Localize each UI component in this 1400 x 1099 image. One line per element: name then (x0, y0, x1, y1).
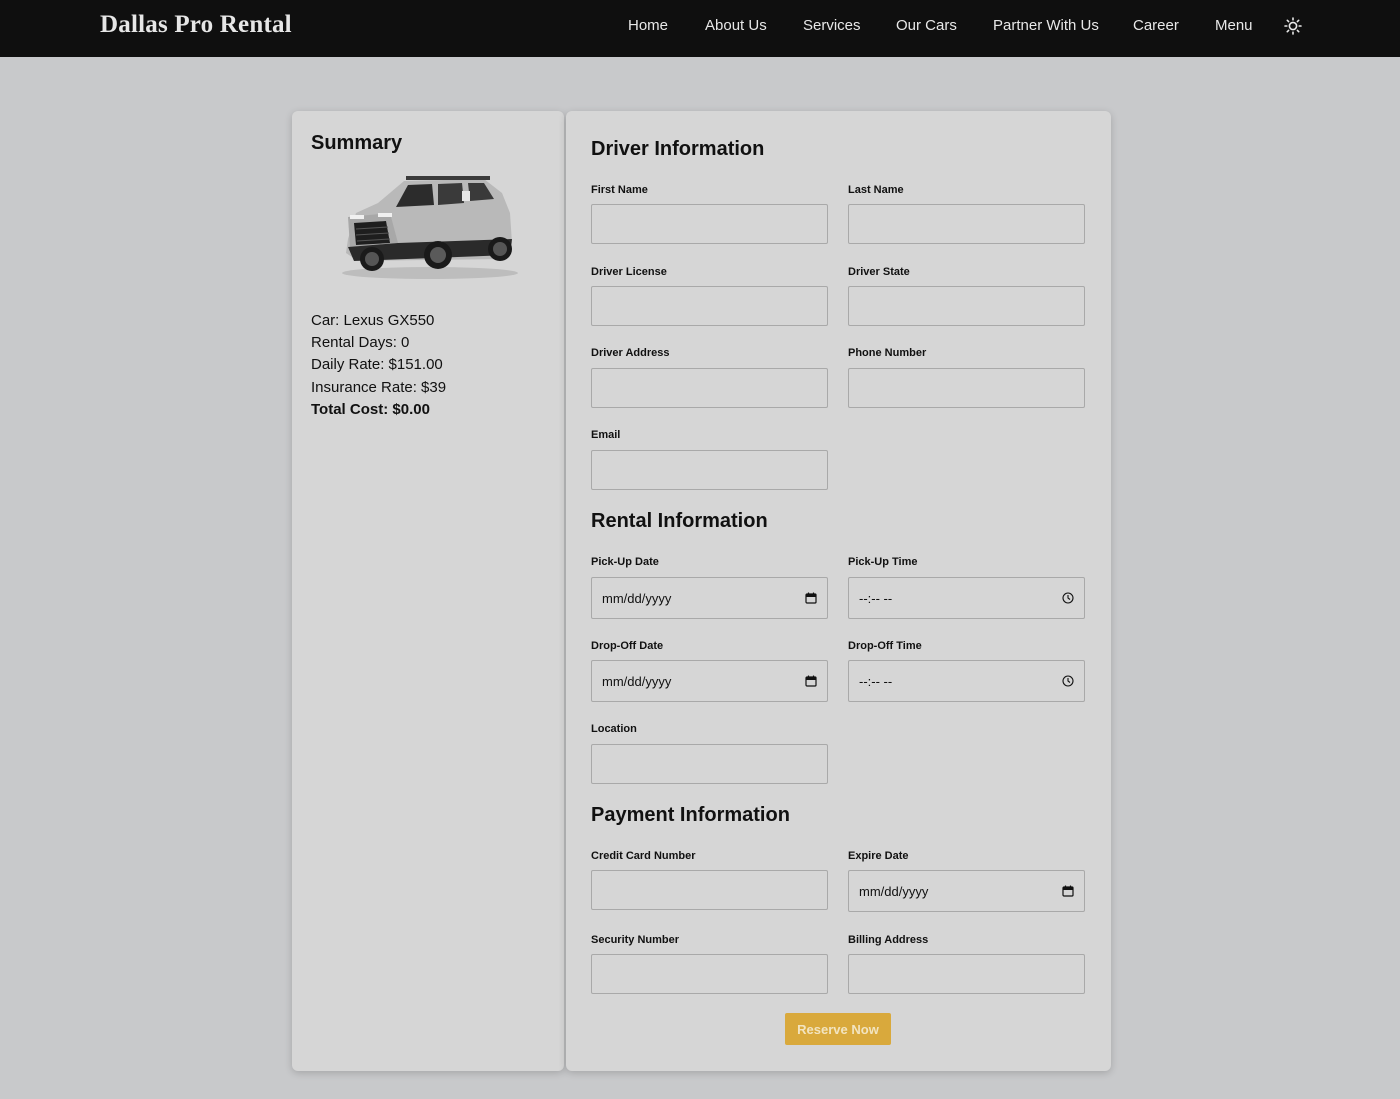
dropoff-time-field[interactable]: --:-- -- (848, 660, 1085, 702)
main-nav: Home About Us Services Our Cars Partner … (0, 0, 1400, 57)
nav-about-us[interactable]: About Us (705, 17, 767, 34)
reserve-now-button[interactable]: Reserve Now (785, 1013, 891, 1045)
summary-title: Summary (311, 132, 403, 154)
location-label: Location (591, 723, 637, 735)
billing-address-label: Billing Address (848, 934, 929, 946)
phone-number-field[interactable] (848, 368, 1085, 408)
nav-career[interactable]: Career (1133, 17, 1179, 34)
driver-license-field[interactable] (591, 286, 828, 326)
calendar-icon[interactable] (805, 592, 817, 604)
top-navbar: Dallas Pro Rental Home About Us Services… (0, 0, 1400, 57)
last-name-field[interactable] (848, 204, 1085, 244)
first-name-field[interactable] (591, 204, 828, 244)
clock-icon[interactable] (1062, 675, 1074, 687)
nav-services[interactable]: Services (803, 17, 861, 34)
rental-info-title: Rental Information (591, 510, 768, 532)
pickup-time-field[interactable]: --:-- -- (848, 577, 1085, 619)
payment-info-title: Payment Information (591, 804, 790, 826)
credit-card-field[interactable] (591, 870, 828, 910)
billing-address-field[interactable] (848, 954, 1085, 994)
pickup-time-label: Pick-Up Time (848, 556, 918, 568)
summary-rental-days: Rental Days: 0 (311, 334, 410, 351)
driver-address-field[interactable] (591, 368, 828, 408)
dropoff-date-label: Drop-Off Date (591, 640, 664, 652)
car-image (342, 176, 518, 279)
security-number-field[interactable] (591, 954, 828, 994)
pickup-date-field[interactable]: mm/dd/yyyy (591, 577, 828, 619)
expire-date-field[interactable]: mm/dd/yyyy (848, 870, 1085, 912)
nav-partner-with-us[interactable]: Partner With Us (993, 17, 1099, 34)
email-label: Email (591, 429, 621, 441)
pickup-date-label: Pick-Up Date (591, 556, 659, 568)
credit-card-label: Credit Card Number (591, 850, 696, 862)
clock-icon[interactable] (1062, 592, 1074, 604)
summary-card: Summary Car: Lexus GX550 Rental Days: 0 … (292, 111, 564, 1071)
sun-icon[interactable] (1284, 17, 1302, 35)
dropoff-time-label: Drop-Off Time (848, 640, 922, 652)
summary-insurance-rate: Insurance Rate: $39 (311, 379, 447, 396)
driver-state-field[interactable] (848, 286, 1085, 326)
nav-home[interactable]: Home (628, 17, 668, 34)
calendar-icon[interactable] (805, 675, 817, 687)
security-number-label: Security Number (591, 934, 680, 946)
last-name-label: Last Name (848, 184, 904, 196)
nav-our-cars[interactable]: Our Cars (896, 17, 957, 34)
nav-menu[interactable]: Menu (1215, 17, 1253, 34)
expire-date-label: Expire Date (848, 850, 909, 862)
driver-license-label: Driver License (591, 266, 667, 278)
email-field[interactable] (591, 450, 828, 490)
summary-total-cost: Total Cost: $0.00 (311, 401, 430, 418)
driver-address-label: Driver Address (591, 347, 670, 359)
location-field[interactable] (591, 744, 828, 784)
reservation-form: Driver Information First Name Last Name … (566, 111, 1111, 1071)
calendar-icon[interactable] (1062, 885, 1074, 897)
phone-number-label: Phone Number (848, 347, 927, 359)
first-name-label: First Name (591, 184, 648, 196)
summary-daily-rate: Daily Rate: $151.00 (311, 356, 443, 373)
driver-state-label: Driver State (848, 266, 910, 278)
driver-info-title: Driver Information (591, 138, 765, 160)
summary-car: Car: Lexus GX550 (311, 312, 435, 329)
dropoff-date-field[interactable]: mm/dd/yyyy (591, 660, 828, 702)
